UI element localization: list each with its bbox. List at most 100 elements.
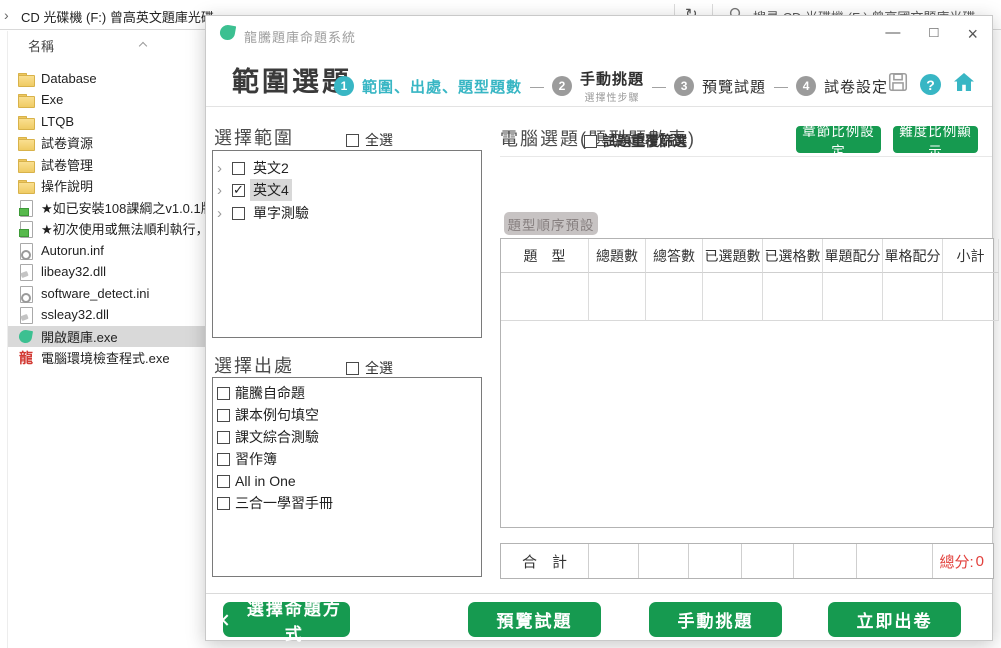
back-button[interactable]: 選擇命題方式 [223, 602, 350, 637]
step-3-circle: 3 [674, 76, 694, 96]
checkbox[interactable] [217, 409, 230, 422]
step-3-label: 預覽試題 [702, 76, 766, 97]
duplicate-filter-label: 試題重覆篩選 [603, 131, 687, 151]
list-item[interactable]: 三合一學習手冊 [217, 492, 333, 514]
table-empty-cell [589, 273, 646, 321]
table-header: 總答數 [646, 239, 703, 273]
checkbox[interactable] [217, 497, 230, 510]
home-icon[interactable] [952, 70, 976, 99]
checkbox-checked[interactable]: ✓ [232, 184, 245, 197]
file-name: ★如已安裝108課綱之v1.0.1版 [41, 198, 207, 217]
total-score-cell: 總分: 0 [933, 544, 993, 578]
list-item[interactable]: 習作簿 [217, 448, 277, 470]
preview-button[interactable]: 預覽試題 [468, 602, 601, 637]
checkbox[interactable] [346, 134, 359, 147]
list-item[interactable]: 龍騰自命題 [217, 382, 305, 404]
tree-item[interactable]: › 英文2 [217, 157, 292, 179]
question-bank-dialog: 龍騰題庫命題系統 — □ × 範圍選題 1 範圍、出處、題型題數 — 2 手動挑… [205, 15, 993, 641]
table-header: 單格配分 [883, 239, 943, 273]
checkbox[interactable] [232, 207, 245, 220]
checkbox[interactable] [346, 362, 359, 375]
file-row[interactable]: 試卷資源 [8, 132, 207, 153]
step-1-circle: 1 [334, 76, 354, 96]
step-2-sublabel: 選擇性步驟 [585, 89, 640, 104]
minimize-button[interactable]: — [885, 24, 900, 45]
file-row[interactable]: software_detect.ini [8, 283, 207, 304]
expander-icon[interactable]: › [217, 205, 227, 222]
range-select-all[interactable]: 全選 [346, 130, 393, 150]
table-header: 小計 [943, 239, 999, 273]
list-item-label[interactable]: 課文綜合測驗 [235, 427, 319, 447]
close-button[interactable]: × [967, 24, 978, 45]
checkbox[interactable] [217, 387, 230, 400]
list-item-label[interactable]: 三合一學習手冊 [235, 493, 333, 513]
question-order-button[interactable]: 題型順序預設 [504, 212, 598, 235]
file-row[interactable]: libeay32.dll [8, 261, 207, 282]
file-row[interactable]: LTQB [8, 111, 207, 132]
folder-icon [18, 114, 34, 130]
question-type-table: 題 型 總題數 總答數 已選題數 已選格數 單題配分 單格配分 小計 [500, 238, 994, 528]
file-row[interactable]: Exe [8, 89, 207, 110]
tree-item[interactable]: › 單字測驗 [217, 202, 312, 224]
total-empty-cell [589, 544, 639, 578]
file-row-selected[interactable]: 開啟題庫.exe [8, 326, 207, 347]
table-header: 已選題數 [703, 239, 763, 273]
duplicate-filter[interactable]: 試題重覆篩選 [584, 131, 687, 151]
file-row[interactable]: ★初次使用或無法順利執行，請 [8, 218, 207, 239]
file-row[interactable]: 龍電腦環境檢查程式.exe [8, 347, 207, 368]
list-item[interactable]: 課本例句填空 [217, 404, 319, 426]
folder-icon [18, 135, 34, 151]
checkbox[interactable] [217, 453, 230, 466]
source-section-title: 選擇出處 [214, 352, 294, 378]
file-row[interactable]: Autorun.inf [8, 240, 207, 261]
difficulty-ratio-button[interactable]: 難度比例顯示 [893, 126, 978, 153]
list-item-label[interactable]: 習作簿 [235, 449, 277, 469]
step-4-label: 試卷設定 [824, 76, 888, 97]
folder-icon [18, 71, 34, 87]
tree-item-label[interactable]: 單字測驗 [250, 202, 312, 224]
tree-item[interactable]: › ✓ 英文4 [217, 179, 292, 201]
total-empty-cell [794, 544, 857, 578]
checkbox[interactable] [232, 162, 245, 175]
breadcrumb[interactable]: CD 光碟機 (F:) 曾高英文題庫光碟 [21, 7, 214, 26]
generate-button[interactable]: 立即出卷 [828, 602, 961, 637]
file-row[interactable]: ssleay32.dll [8, 304, 207, 325]
checkbox[interactable] [217, 475, 230, 488]
manual-pick-button[interactable]: 手動挑題 [649, 602, 782, 637]
chapter-ratio-button[interactable]: 章節比例設定 [796, 126, 881, 153]
file-row[interactable]: 試卷管理 [8, 154, 207, 175]
checkbox[interactable] [584, 135, 597, 148]
file-row[interactable]: Database [8, 68, 207, 89]
folder-icon [18, 178, 34, 194]
help-icon[interactable]: ? [920, 74, 941, 95]
file-name: ssleay32.dll [41, 307, 109, 322]
step-4-circle: 4 [796, 76, 816, 96]
dll-file-icon [18, 307, 34, 323]
list-item[interactable]: 課文綜合測驗 [217, 426, 319, 448]
file-name: Autorun.inf [41, 243, 104, 258]
dll-file-icon [18, 264, 34, 280]
list-item-label[interactable]: All in One [235, 473, 296, 489]
source-list-box: 龍騰自命題 課本例句填空 課文綜合測驗 習作簿 All in One 三合一學習… [212, 377, 482, 577]
source-select-all[interactable]: 全選 [346, 358, 393, 378]
list-item-label[interactable]: 龍騰自命題 [235, 383, 305, 403]
tree-item-label[interactable]: 英文2 [250, 157, 292, 179]
table-empty-cell [763, 273, 823, 321]
checkbox[interactable] [217, 431, 230, 444]
expander-icon[interactable]: › [217, 160, 227, 177]
expander-icon[interactable]: › [217, 182, 227, 199]
config-file-icon [18, 286, 34, 302]
list-item[interactable]: All in One [217, 470, 296, 492]
tree-item-label[interactable]: 英文4 [250, 179, 292, 201]
file-name: 電腦環境檢查程式.exe [41, 348, 170, 367]
table-empty-cell [823, 273, 883, 321]
save-icon[interactable] [887, 71, 909, 98]
panel-divider [500, 156, 992, 157]
file-row[interactable]: 操作說明 [8, 175, 207, 196]
file-row[interactable]: ★如已安裝108課綱之v1.0.1版 [8, 197, 207, 218]
app-leaf-icon [219, 24, 236, 41]
column-header-name[interactable]: 名稱 [28, 36, 54, 55]
maximize-button[interactable]: □ [929, 24, 938, 45]
list-item-label[interactable]: 課本例句填空 [235, 405, 319, 425]
sort-asc-icon[interactable] [140, 36, 146, 54]
